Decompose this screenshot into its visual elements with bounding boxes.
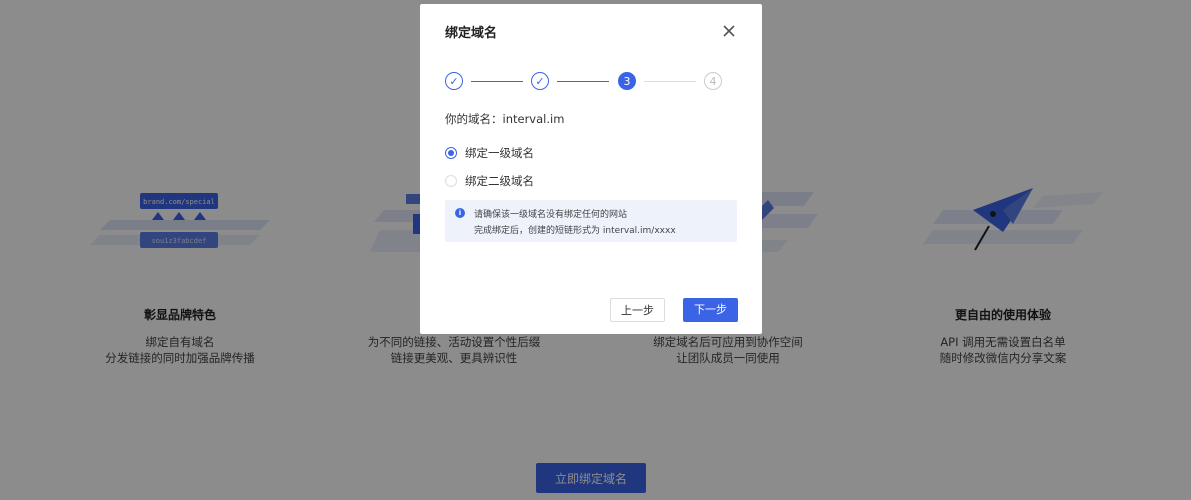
step-connector (471, 81, 523, 82)
dialog-title: 绑定域名 (445, 26, 498, 41)
step-connector (557, 81, 609, 82)
option-second-level[interactable]: 绑定二级域名 (445, 173, 534, 189)
prev-step-button[interactable]: 上一步 (610, 298, 665, 322)
info-line2: 完成绑定后，创建的短链形式为 interval.im/xxxx (474, 226, 676, 236)
domain-label: 你的域名： (445, 112, 503, 126)
radio-selected-icon[interactable] (445, 147, 457, 159)
domain-value: interval.im (502, 112, 565, 126)
option-label: 绑定二级域名 (465, 174, 534, 188)
step-2-check-icon: ✓ (531, 72, 549, 90)
next-step-button[interactable]: 下一步 (683, 298, 738, 322)
radio-unselected-icon[interactable] (445, 175, 457, 187)
bind-domain-dialog: 绑定域名 ✓ ✓ 3 4 你的域名：interval.im 绑定一级域名 绑定二… (420, 4, 762, 334)
close-icon[interactable] (722, 23, 736, 37)
step-3: 3 (618, 72, 636, 90)
stepper: ✓ ✓ 3 4 (445, 72, 735, 92)
step-4: 4 (704, 72, 722, 90)
info-line1: 请确保该一级域名没有绑定任何的网站 (474, 210, 628, 220)
option-label: 绑定一级域名 (465, 146, 534, 160)
option-first-level[interactable]: 绑定一级域名 (445, 145, 534, 161)
step-connector (644, 81, 696, 82)
step-1-check-icon: ✓ (445, 72, 463, 90)
info-icon: i (455, 208, 465, 218)
domain-line: 你的域名：interval.im (445, 111, 564, 127)
info-notice: i 请确保该一级域名没有绑定任何的网站 完成绑定后，创建的短链形式为 inter… (445, 200, 737, 242)
